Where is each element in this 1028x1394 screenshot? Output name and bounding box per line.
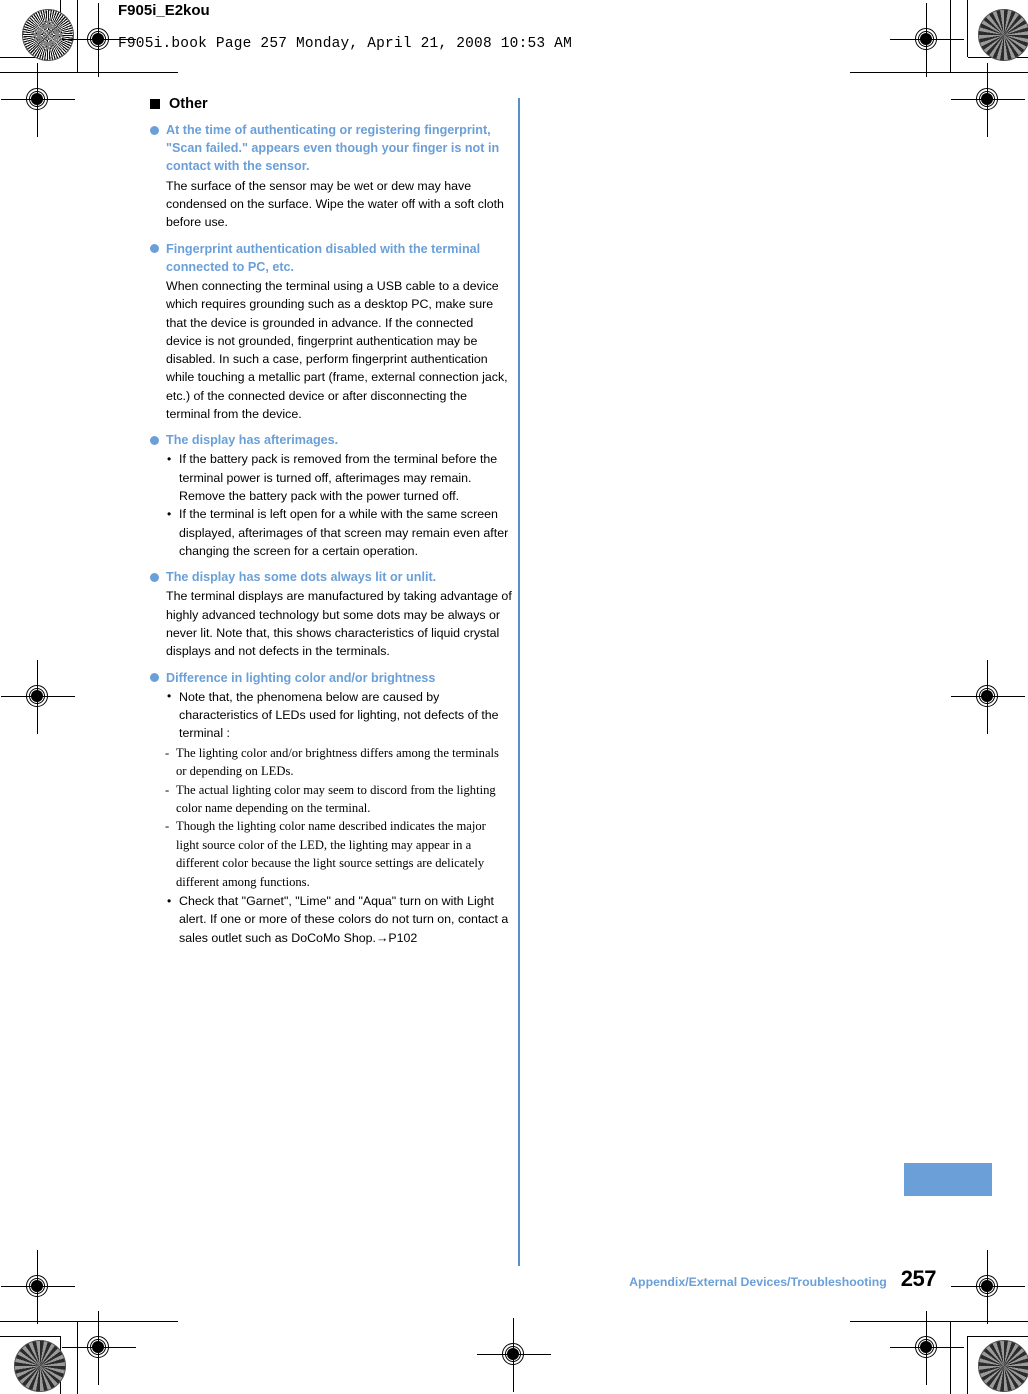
crop-line-top-right-v2 bbox=[967, 0, 968, 57]
section-heading: Other bbox=[150, 96, 512, 112]
registration-target-bottom-right bbox=[890, 1311, 964, 1385]
page-number: 257 bbox=[900, 1266, 937, 1291]
filled-square-icon bbox=[150, 99, 160, 109]
page-content: Other At the time of authenticating or r… bbox=[150, 96, 512, 955]
registration-sunburst-top-right bbox=[978, 9, 1028, 61]
section-thumb-tab bbox=[904, 1163, 992, 1196]
crop-line-top-left-v2 bbox=[60, 0, 61, 57]
crop-line-top-left-h bbox=[0, 72, 178, 73]
faq-item-body: When connecting the terminal using a USB… bbox=[166, 278, 508, 421]
faq-item-body: The terminal displays are manufactured b… bbox=[166, 589, 512, 659]
faq-item: The display has afterimages. If the batt… bbox=[150, 431, 512, 560]
registration-sunburst-bottom-right bbox=[978, 1340, 1028, 1392]
registration-target-bottom-right-inner bbox=[951, 1250, 1025, 1324]
registration-target-bottom-center bbox=[477, 1318, 551, 1392]
crop-line-top-right-h2 bbox=[968, 57, 1028, 58]
registration-target-top-right bbox=[890, 3, 964, 77]
crop-line-bottom-left-h bbox=[0, 1321, 178, 1322]
faq-item-dash-list: The lighting color and/or brightness dif… bbox=[150, 744, 512, 891]
faq-item-heading: Difference in lighting color and/or brig… bbox=[150, 669, 512, 687]
faq-item-heading-label: Difference in lighting color and/or brig… bbox=[166, 670, 436, 685]
faq-item-bullet-list: Note that, the phenomena below are cause… bbox=[150, 687, 512, 743]
registration-target-top-left-inner bbox=[1, 63, 75, 137]
registration-sunburst-bottom-left bbox=[14, 1340, 66, 1392]
section-heading-label: Other bbox=[169, 96, 208, 112]
list-item: Check that "Garnet", "Lime" and "Aqua" t… bbox=[166, 892, 512, 947]
faq-item: Difference in lighting color and/or brig… bbox=[150, 669, 512, 947]
registration-sunburst-top-left bbox=[22, 9, 74, 61]
registration-target-top-right-inner bbox=[951, 63, 1025, 137]
crop-line-bottom-right-h2 bbox=[968, 1336, 1028, 1337]
registration-target-bottom-left bbox=[62, 1311, 136, 1385]
faq-item: Fingerprint authentication disabled with… bbox=[150, 240, 512, 424]
faq-item-heading-label: The display has some dots always lit or … bbox=[166, 570, 437, 585]
blue-dot-icon bbox=[150, 244, 159, 253]
crop-line-bottom-left-v2 bbox=[60, 1336, 61, 1394]
breadcrumb: Appendix/External Devices/Troubleshootin… bbox=[629, 1275, 887, 1289]
faq-item: The display has some dots always lit or … bbox=[150, 568, 512, 660]
list-item: The lighting color and/or brightness dif… bbox=[164, 744, 512, 781]
book-print-info: F905i.book Page 257 Monday, April 21, 20… bbox=[118, 36, 572, 52]
crop-line-top-right-h bbox=[850, 72, 1028, 73]
faq-item-heading: The display has some dots always lit or … bbox=[150, 568, 512, 586]
blue-dot-icon bbox=[150, 125, 159, 135]
registration-target-right-middle bbox=[951, 660, 1025, 734]
faq-item-heading-label: Fingerprint authentication disabled with… bbox=[166, 241, 481, 274]
faq-item-heading: At the time of authenticating or registe… bbox=[150, 121, 512, 176]
list-item: Though the lighting color name described… bbox=[164, 817, 512, 891]
faq-item-heading-label: At the time of authenticating or registe… bbox=[166, 123, 500, 174]
faq-item-heading: Fingerprint authentication disabled with… bbox=[150, 240, 512, 276]
page-footer: Appendix/External Devices/Troubleshootin… bbox=[629, 1266, 937, 1292]
list-item: The actual lighting color may seem to di… bbox=[164, 781, 512, 818]
crop-line-bottom-right-v bbox=[950, 1321, 951, 1394]
faq-item-heading: The display has afterimages. bbox=[150, 431, 512, 449]
registration-target-left-middle bbox=[1, 660, 75, 734]
list-item: If the battery pack is removed from the … bbox=[166, 450, 512, 505]
blue-dot-icon bbox=[150, 572, 159, 582]
crop-line-bottom-right-h bbox=[850, 1321, 1028, 1322]
blue-dot-icon bbox=[150, 435, 159, 445]
crop-line-bottom-left-v bbox=[77, 1321, 78, 1394]
faq-item-bullet-list: If the battery pack is removed from the … bbox=[150, 450, 512, 560]
faq-item-bullet-list: Check that "Garnet", "Lime" and "Aqua" t… bbox=[150, 892, 512, 947]
list-item: Note that, the phenomena below are cause… bbox=[166, 687, 512, 743]
crop-line-top-right-v bbox=[950, 0, 951, 72]
registration-target-bottom-left-inner bbox=[1, 1250, 75, 1324]
faq-item-body: The surface of the sensor may be wet or … bbox=[166, 178, 504, 230]
list-item: If the terminal is left open for a while… bbox=[166, 505, 512, 560]
crop-line-bottom-right-v2 bbox=[967, 1336, 968, 1394]
registration-target-top-left bbox=[62, 3, 136, 77]
crop-line-top-left-v bbox=[77, 0, 78, 72]
file-label: F905i_E2kou bbox=[118, 2, 210, 19]
crop-line-top-left-h2 bbox=[0, 57, 60, 58]
column-divider-rule bbox=[518, 98, 520, 1266]
blue-dot-icon bbox=[150, 673, 159, 683]
crop-line-bottom-left-h2 bbox=[0, 1336, 60, 1337]
faq-item: At the time of authenticating or registe… bbox=[150, 121, 512, 232]
faq-item-heading-label: The display has afterimages. bbox=[166, 433, 339, 448]
